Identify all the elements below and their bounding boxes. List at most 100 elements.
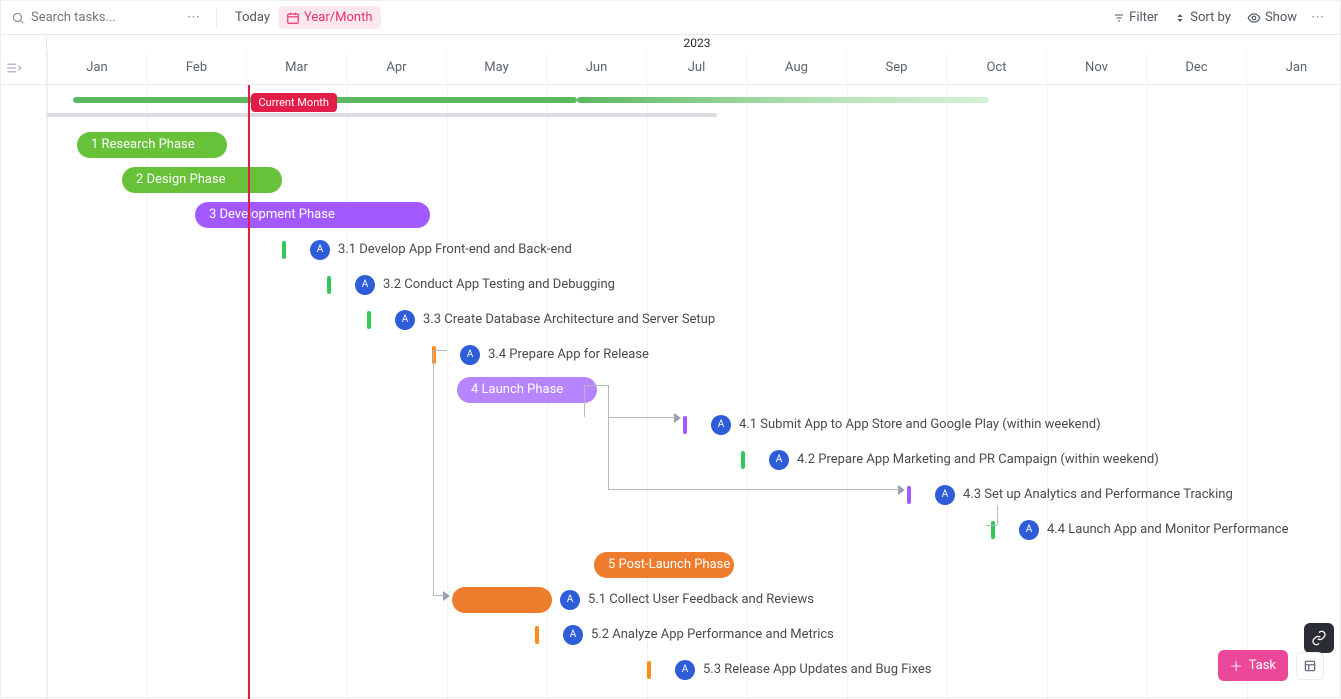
filter-label: Filter bbox=[1129, 10, 1158, 25]
chart-gutter bbox=[1, 85, 47, 699]
gantt-task[interactable]: A 4.3 Set up Analytics and Performance Tr… bbox=[907, 477, 1233, 512]
month-cell: Jan bbox=[1247, 51, 1341, 84]
task-bar[interactable] bbox=[907, 486, 911, 504]
task-label: 5.1 Collect User Feedback and Reviews bbox=[588, 592, 814, 607]
gantt-task[interactable]: A 5.2 Analyze App Performance and Metrics bbox=[535, 617, 834, 652]
gantt-task[interactable]: A 3.4 Prepare App for Release bbox=[432, 337, 649, 372]
task-bar[interactable] bbox=[367, 311, 371, 329]
avatar[interactable]: A bbox=[460, 345, 480, 365]
view-toggle-button[interactable]: Year/Month bbox=[278, 6, 381, 29]
sort-icon bbox=[1174, 12, 1186, 24]
filter-button[interactable]: Filter bbox=[1105, 6, 1166, 29]
task-label: 4.4 Launch App and Monitor Performance bbox=[1047, 522, 1288, 537]
search-more-icon[interactable]: ⋯ bbox=[181, 10, 206, 25]
task-label: 3.3 Create Database Architecture and Ser… bbox=[423, 312, 715, 327]
task-label: 4.2 Prepare App Marketing and PR Campaig… bbox=[797, 452, 1159, 467]
month-cell: May bbox=[447, 51, 547, 84]
task-label: 4.3 Set up Analytics and Performance Tra… bbox=[963, 487, 1233, 502]
avatar[interactable]: A bbox=[563, 625, 583, 645]
plus-icon: ＋ bbox=[1230, 656, 1243, 675]
summary-bar bbox=[577, 97, 989, 103]
gantt-task[interactable]: 5 Post-Launch Phase bbox=[594, 547, 734, 582]
task-bar[interactable] bbox=[991, 521, 995, 539]
link-fab-button[interactable] bbox=[1304, 623, 1334, 653]
sortby-label: Sort by bbox=[1190, 10, 1231, 25]
gantt-chart[interactable]: Current Month 1 Research Phase 2 Design Ph… bbox=[47, 85, 1340, 699]
gantt-task[interactable]: A 3.3 Create Database Architecture and Se… bbox=[367, 302, 715, 337]
template-button[interactable] bbox=[1296, 652, 1324, 680]
month-cell: Oct bbox=[947, 51, 1047, 84]
months-row: JanFebMarAprMayJunJulAugSepOctNovDecJan bbox=[47, 51, 1341, 84]
task-bar[interactable] bbox=[647, 661, 651, 679]
avatar[interactable]: A bbox=[1019, 520, 1039, 540]
month-cell: Apr bbox=[347, 51, 447, 84]
task-solid-bar[interactable] bbox=[452, 587, 552, 613]
gantt-task[interactable]: A 3.1 Develop App Front-end and Back-end bbox=[282, 232, 572, 267]
expand-sidebar-icon[interactable] bbox=[5, 59, 23, 77]
new-task-button[interactable]: ＋ Task bbox=[1218, 650, 1288, 681]
task-bar[interactable] bbox=[683, 416, 687, 434]
show-button[interactable]: Show bbox=[1239, 6, 1305, 29]
task-label: 3.4 Prepare App for Release bbox=[488, 347, 649, 362]
task-label: 3.2 Conduct App Testing and Debugging bbox=[383, 277, 615, 292]
task-label: 4.1 Submit App to App Store and Google P… bbox=[739, 417, 1101, 432]
avatar[interactable]: A bbox=[395, 310, 415, 330]
gantt-task[interactable]: A 5.1 Collect User Feedback and Reviews bbox=[452, 582, 814, 617]
month-cell: Jun bbox=[547, 51, 647, 84]
gantt-task[interactable]: 2 Design Phase bbox=[122, 162, 282, 197]
search-icon bbox=[11, 11, 25, 25]
avatar[interactable]: A bbox=[675, 660, 695, 680]
gantt-task[interactable]: 4 Launch Phase bbox=[457, 372, 597, 407]
task-pill[interactable]: 1 Research Phase bbox=[77, 132, 227, 158]
new-task-label: Task bbox=[1249, 658, 1276, 673]
toolbar: ⋯ Today Year/Month Filter Sort by S bbox=[1, 1, 1340, 35]
search-wrap bbox=[11, 10, 181, 25]
gantt-task[interactable]: 1 Research Phase bbox=[77, 127, 227, 162]
avatar[interactable]: A bbox=[560, 590, 580, 610]
task-label: 3.1 Develop App Front-end and Back-end bbox=[338, 242, 572, 257]
year-label: 2023 bbox=[47, 35, 1341, 51]
current-month-badge: Current Month bbox=[251, 93, 337, 112]
left-gutter bbox=[1, 35, 47, 84]
month-cell: Jan bbox=[47, 51, 147, 84]
task-label: 5.2 Analyze App Performance and Metrics bbox=[591, 627, 834, 642]
avatar[interactable]: A bbox=[711, 415, 731, 435]
sortby-button[interactable]: Sort by bbox=[1166, 6, 1239, 29]
show-label: Show bbox=[1265, 10, 1297, 25]
month-cell: Jul bbox=[647, 51, 747, 84]
avatar[interactable]: A bbox=[355, 275, 375, 295]
filter-icon bbox=[1113, 12, 1125, 24]
gantt-task[interactable]: A 4.1 Submit App to App Store and Google … bbox=[683, 407, 1101, 442]
month-cell: Aug bbox=[747, 51, 847, 84]
task-pill[interactable]: 3 Development Phase bbox=[195, 202, 430, 228]
task-pill[interactable]: 4 Launch Phase bbox=[457, 377, 597, 403]
fab-row: ＋ Task bbox=[1218, 650, 1324, 681]
current-month-line bbox=[248, 85, 250, 699]
month-cell: Feb bbox=[147, 51, 247, 84]
gantt-task[interactable]: A 3.2 Conduct App Testing and Debugging bbox=[327, 267, 615, 302]
avatar[interactable]: A bbox=[310, 240, 330, 260]
task-label: 5.3 Release App Updates and Bug Fixes bbox=[703, 662, 932, 677]
task-pill[interactable]: 2 Design Phase bbox=[122, 167, 282, 193]
month-cell: Nov bbox=[1047, 51, 1147, 84]
today-button[interactable]: Today bbox=[227, 6, 278, 29]
gantt-task[interactable]: 3 Development Phase bbox=[195, 197, 430, 232]
month-cell: Mar bbox=[247, 51, 347, 84]
task-bar[interactable] bbox=[741, 451, 745, 469]
eye-icon bbox=[1247, 11, 1261, 25]
month-cell: Sep bbox=[847, 51, 947, 84]
gantt-task[interactable]: A 4.2 Prepare App Marketing and PR Campai… bbox=[741, 442, 1159, 477]
avatar[interactable]: A bbox=[769, 450, 789, 470]
task-pill[interactable]: 5 Post-Launch Phase bbox=[594, 552, 734, 578]
task-bar[interactable] bbox=[327, 276, 331, 294]
search-input[interactable] bbox=[31, 10, 181, 25]
toolbar-more-icon[interactable]: ⋯ bbox=[1305, 10, 1330, 25]
summary-bar bbox=[47, 113, 717, 117]
task-bar[interactable] bbox=[535, 626, 539, 644]
month-cell: Dec bbox=[1147, 51, 1247, 84]
avatar[interactable]: A bbox=[935, 485, 955, 505]
calendar-icon bbox=[286, 11, 300, 25]
gantt-task[interactable]: A 5.3 Release App Updates and Bug Fixes bbox=[647, 652, 932, 687]
task-bar[interactable] bbox=[282, 241, 286, 259]
gantt-task[interactable]: A 4.4 Launch App and Monitor Performance bbox=[991, 512, 1288, 547]
